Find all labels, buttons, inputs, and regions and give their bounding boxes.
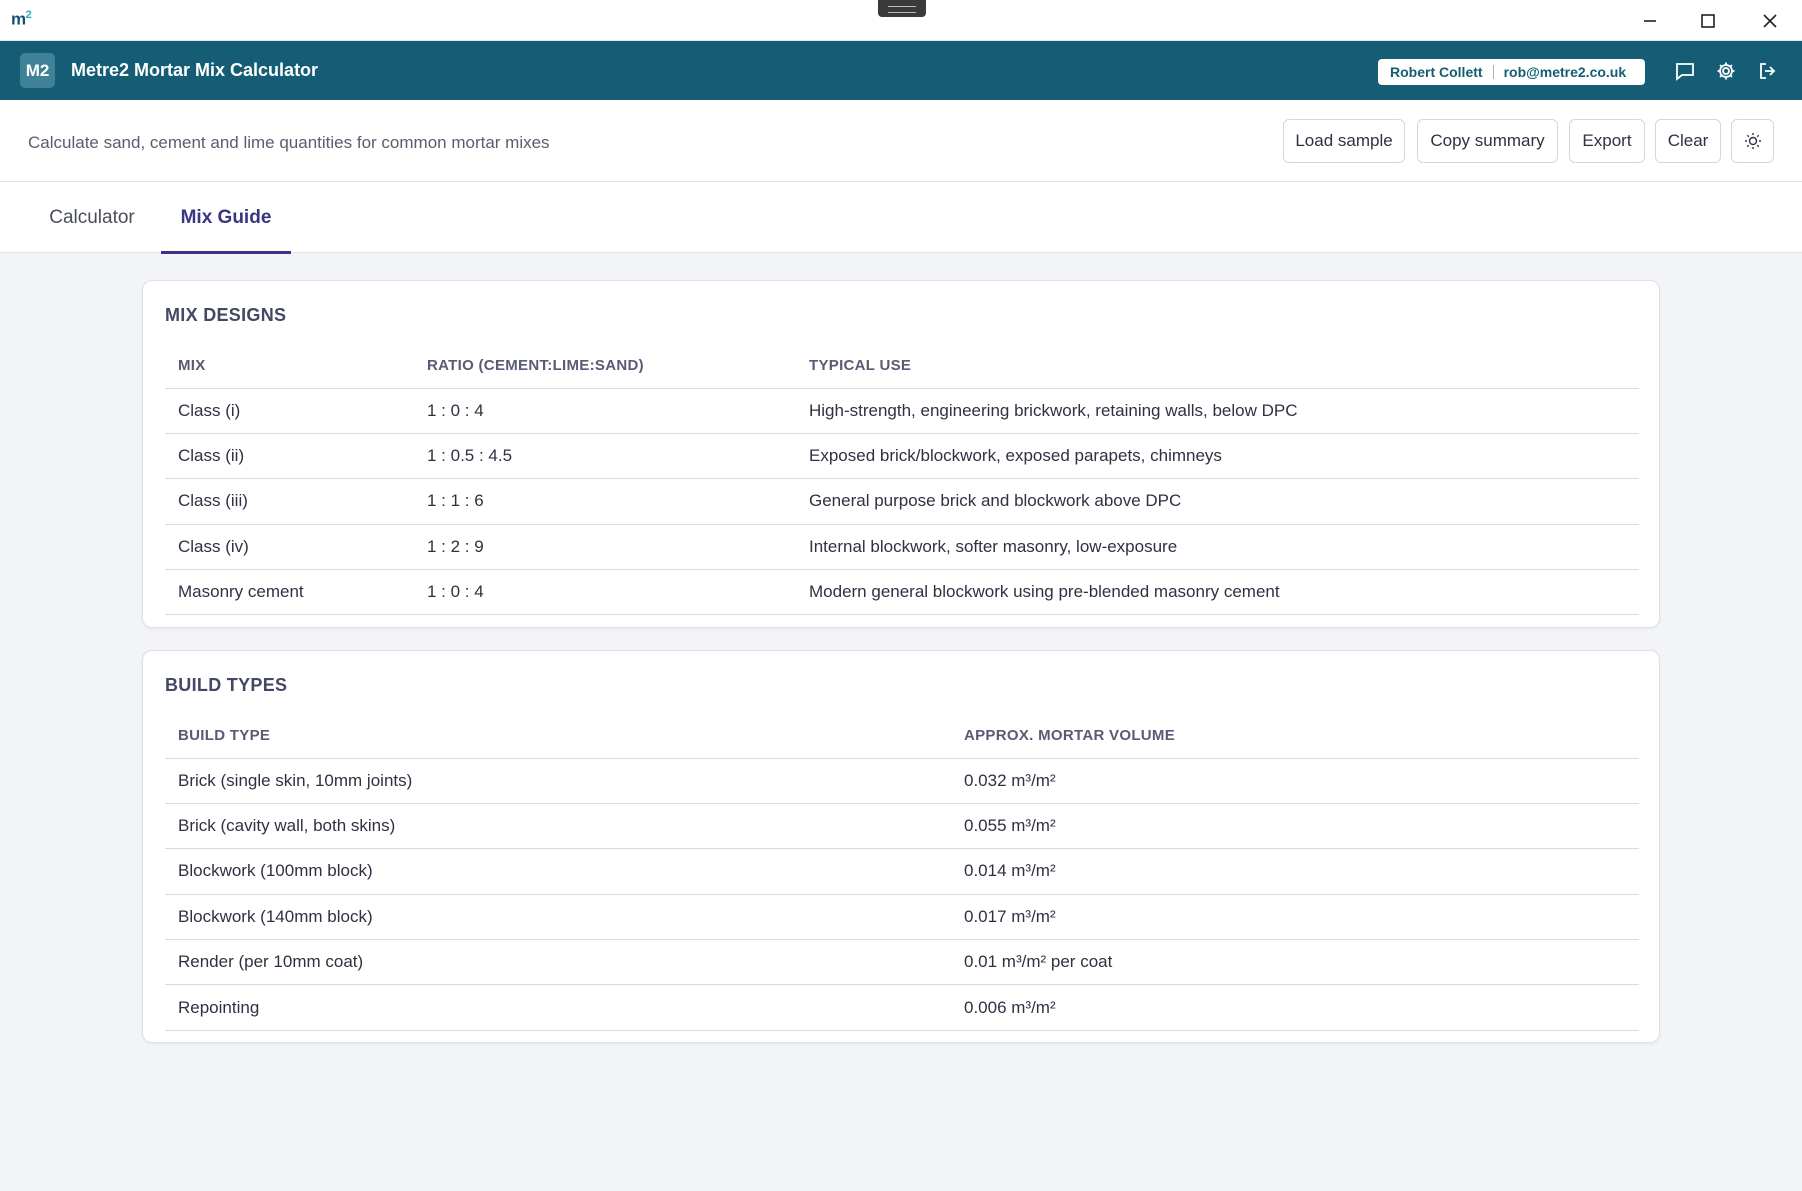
maximize-icon: [1701, 13, 1715, 28]
table-header-row: MIX RATIO (CEMENT:LIME:SAND) TYPICAL USE: [165, 343, 1639, 389]
table-cell: 1 : 0.5 : 4.5: [414, 433, 796, 480]
column-header: MIX: [165, 343, 414, 389]
table-cell: Brick (cavity wall, both skins): [165, 803, 951, 850]
table-cell: 0.01 m³/m² per coat: [951, 939, 1639, 986]
table-cell: High-strength, engineering brickwork, re…: [796, 388, 1639, 434]
table-cell: Render (per 10mm coat): [165, 939, 951, 986]
table-cell: Repointing: [165, 984, 951, 1031]
user-email: rob@metre2.co.uk: [1503, 64, 1627, 80]
table-row: Class (iv) 1 : 2 : 9 Internal blockwork,…: [165, 524, 1639, 571]
tab-mix-guide[interactable]: Mix Guide: [161, 182, 291, 254]
table-row: Class (iii) 1 : 1 : 6 General purpose br…: [165, 478, 1639, 525]
table-row: Class (ii) 1 : 0.5 : 4.5 Exposed brick/b…: [165, 433, 1639, 480]
table-cell: Class (iii): [165, 478, 414, 525]
table-row: Class (i) 1 : 0 : 4 High-strength, engin…: [165, 388, 1639, 434]
copy-summary-button[interactable]: Copy summary: [1417, 119, 1558, 163]
table-header-row: BUILD TYPE APPROX. MORTAR VOLUME: [165, 713, 1639, 759]
load-sample-button[interactable]: Load sample: [1283, 119, 1405, 163]
mix-designs-card: MIX DESIGNS MIX RATIO (CEMENT:LIME:SAND)…: [142, 280, 1660, 628]
table-cell: Class (ii): [165, 433, 414, 480]
logo-text: m: [11, 9, 26, 29]
build-types-card: BUILD TYPES BUILD TYPE APPROX. MORTAR VO…: [142, 650, 1660, 1043]
column-header: TYPICAL USE: [796, 343, 1639, 389]
table-row: Blockwork (140mm block) 0.017 m³/m²: [165, 894, 1639, 941]
table-row: Render (per 10mm coat) 0.01 m³/m² per co…: [165, 939, 1639, 986]
table-row: Brick (single skin, 10mm joints) 0.032 m…: [165, 758, 1639, 804]
table-cell: 0.006 m³/m²: [951, 984, 1639, 1031]
table-cell: 0.055 m³/m²: [951, 803, 1639, 850]
table-row: Brick (cavity wall, both skins) 0.055 m³…: [165, 803, 1639, 850]
feedback-button[interactable]: [1673, 59, 1697, 83]
clear-button[interactable]: Clear: [1655, 119, 1721, 163]
table-cell: 0.032 m³/m²: [951, 758, 1639, 804]
table-row: Repointing 0.006 m³/m²: [165, 984, 1639, 1031]
build-types-title: BUILD TYPES: [165, 675, 288, 695]
logo-sup: 2: [25, 9, 32, 21]
tab-calculator[interactable]: Calculator: [40, 182, 144, 253]
drag-handle[interactable]: [878, 0, 926, 17]
table-row: Masonry cement 1 : 0 : 4 Modern general …: [165, 569, 1639, 616]
logout-icon: [1760, 63, 1776, 79]
sun-icon: [1744, 133, 1761, 149]
table-cell: Masonry cement: [165, 569, 414, 616]
close-button[interactable]: [1741, 0, 1799, 41]
table-cell: Blockwork (140mm block): [165, 894, 951, 941]
close-icon: [1763, 13, 1777, 28]
table-cell: 1 : 1 : 6: [414, 478, 796, 525]
table-cell: 1 : 0 : 4: [414, 569, 796, 616]
tab-bar: Calculator Mix Guide: [0, 182, 1802, 254]
toolbar: Calculate sand, cement and lime quantiti…: [0, 100, 1802, 182]
table-cell: Blockwork (100mm block): [165, 848, 951, 895]
user-name: Robert Collett: [1390, 64, 1483, 80]
table-row: Blockwork (100mm block) 0.014 m³/m²: [165, 848, 1639, 895]
table-cell: Exposed brick/blockwork, exposed parapet…: [796, 433, 1639, 480]
build-types-table: BUILD TYPE APPROX. MORTAR VOLUME Brick (…: [165, 713, 1639, 1031]
table-cell: Class (i): [165, 388, 414, 434]
page-subtitle: Calculate sand, cement and lime quantiti…: [28, 133, 550, 152]
maximize-button[interactable]: [1679, 0, 1737, 41]
table-cell: 1 : 0 : 4: [414, 388, 796, 434]
app-logo: m2: [11, 9, 32, 30]
table-cell: Modern general blockwork using pre-blend…: [796, 569, 1639, 616]
app-badge: M2: [20, 53, 55, 88]
app-title: Metre2 Mortar Mix Calculator: [71, 60, 319, 80]
table-cell: Brick (single skin, 10mm joints): [165, 758, 951, 804]
app-header: M2 Metre2 Mortar Mix Calculator Robert C…: [0, 41, 1802, 100]
theme-toggle-button[interactable]: [1731, 119, 1774, 163]
logout-button[interactable]: [1756, 59, 1780, 83]
user-chip-divider: [1492, 65, 1494, 79]
window-titlebar: m2: [0, 0, 1802, 41]
column-header: APPROX. MORTAR VOLUME: [951, 713, 1639, 759]
settings-button[interactable]: [1714, 59, 1738, 83]
minimize-icon: [1644, 19, 1656, 22]
table-cell: General purpose brick and blockwork abov…: [796, 478, 1639, 525]
minimize-button[interactable]: [1621, 0, 1679, 41]
table-cell: 1 : 2 : 9: [414, 524, 796, 571]
export-button[interactable]: Export: [1569, 119, 1645, 163]
table-cell: 0.014 m³/m²: [951, 848, 1639, 895]
user-chip[interactable]: Robert Collett rob@metre2.co.uk: [1378, 59, 1645, 85]
table-cell: 0.017 m³/m²: [951, 894, 1639, 941]
mix-designs-title: MIX DESIGNS: [165, 305, 287, 325]
gear-icon: [1717, 62, 1735, 80]
chat-icon: [1676, 63, 1694, 81]
table-cell: Class (iv): [165, 524, 414, 571]
column-header: RATIO (CEMENT:LIME:SAND): [414, 343, 796, 389]
table-cell: Internal blockwork, softer masonry, low-…: [796, 524, 1639, 571]
mix-designs-table: MIX RATIO (CEMENT:LIME:SAND) TYPICAL USE…: [165, 343, 1639, 616]
column-header: BUILD TYPE: [165, 713, 951, 759]
